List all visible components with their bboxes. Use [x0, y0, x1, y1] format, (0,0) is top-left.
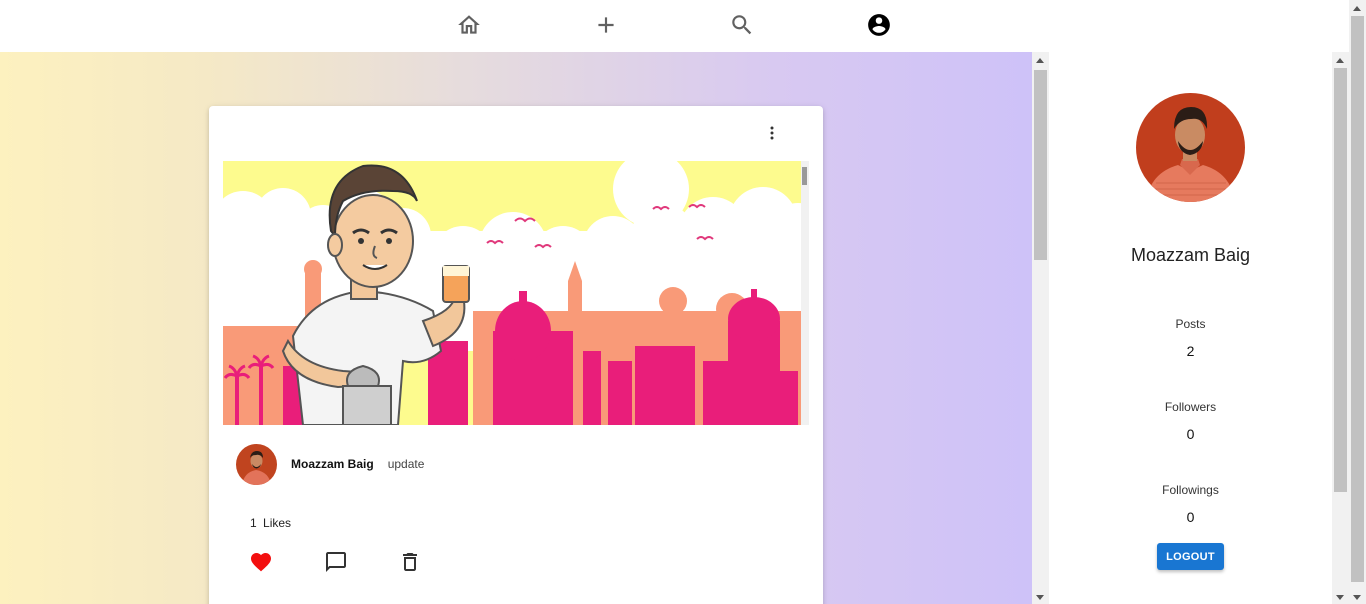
- posts-label: Posts: [1175, 317, 1206, 331]
- likes-number: 1: [250, 516, 257, 530]
- post-caption: update: [387, 457, 425, 471]
- search-icon[interactable]: [729, 12, 755, 38]
- profile-avatar[interactable]: [1136, 93, 1245, 202]
- more-vert-icon[interactable]: [761, 122, 783, 144]
- post-author-name[interactable]: Moazzam Baig: [291, 457, 374, 471]
- followings-count: 0: [1186, 509, 1195, 525]
- feed-area: Moazzam Baig update 1 Likes: [0, 52, 1032, 604]
- top-navbar: [0, 0, 1349, 52]
- heart-icon[interactable]: [249, 550, 273, 574]
- home-icon[interactable]: [456, 12, 482, 38]
- comment-icon[interactable]: [324, 550, 348, 574]
- feed-scrollbar[interactable]: [1032, 52, 1049, 604]
- likes-count: 1 Likes: [250, 516, 291, 530]
- posts-count: 2: [1186, 343, 1195, 359]
- avatar[interactable]: [236, 443, 277, 485]
- account-circle-icon[interactable]: [866, 12, 892, 38]
- followings-label: Followings: [1162, 483, 1219, 497]
- window-scrollbar[interactable]: [1349, 0, 1366, 604]
- profile-name: Moazzam Baig: [1130, 245, 1251, 265]
- followers-count: 0: [1186, 426, 1195, 442]
- profile-sidebar: Moazzam Baig Posts 2 Followers 0 Followi…: [1049, 52, 1332, 604]
- logout-button[interactable]: LOGOUT: [1157, 543, 1224, 570]
- add-icon[interactable]: [593, 12, 619, 38]
- followers-label: Followers: [1164, 400, 1217, 414]
- post-image: [223, 161, 801, 425]
- trash-icon[interactable]: [398, 550, 422, 574]
- post-author-row: Moazzam Baig update: [236, 443, 424, 485]
- post-card: Moazzam Baig update 1 Likes: [209, 106, 823, 604]
- likes-label: Likes: [263, 516, 292, 530]
- image-scrollbar[interactable]: [801, 161, 809, 425]
- sidebar-scrollbar[interactable]: [1332, 52, 1349, 604]
